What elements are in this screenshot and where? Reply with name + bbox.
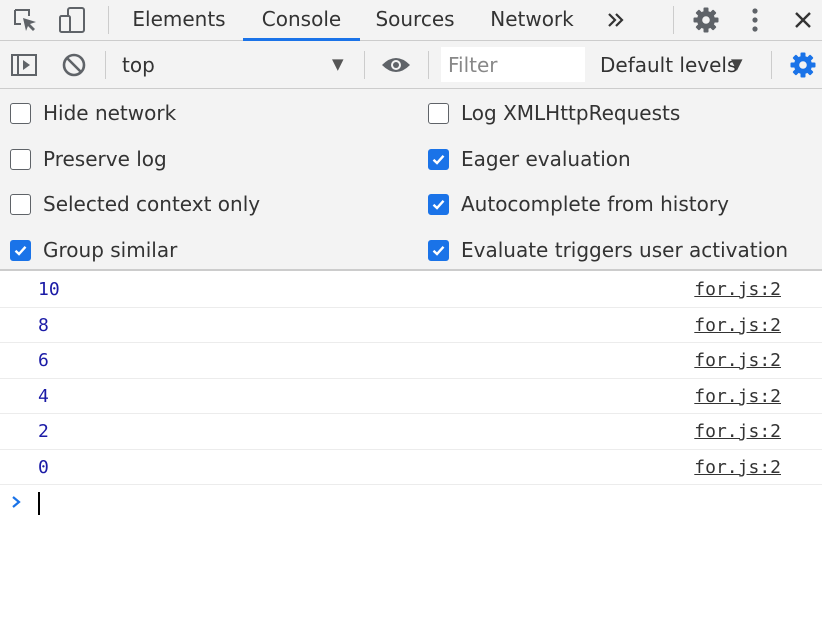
setting-log-xmlhttprequests[interactable]: Log XMLHttpRequests (428, 101, 680, 125)
checkbox-checked[interactable] (10, 239, 31, 261)
toolbar-divider (673, 6, 674, 34)
setting-label: Hide network (43, 101, 177, 125)
tab-sources[interactable]: Sources (370, 0, 460, 40)
source-link[interactable]: for.js:2 (694, 450, 781, 486)
device-toolbar-icon[interactable] (56, 0, 88, 40)
message-value: 10 (38, 279, 60, 300)
source-link[interactable]: for.js:2 (694, 308, 781, 344)
console-settings-pane: Hide network Preserve log Selected conte… (0, 89, 822, 271)
kebab-menu-icon[interactable] (744, 0, 766, 40)
prompt-chevron-icon (10, 492, 24, 516)
console-prompt[interactable] (0, 486, 822, 520)
setting-label: Autocomplete from history (461, 192, 729, 216)
setting-group-similar[interactable]: Group similar (10, 238, 177, 262)
console-message: 10 for.js:2 (0, 272, 822, 308)
setting-selected-context-only[interactable]: Selected context only (10, 192, 260, 216)
source-link[interactable]: for.js:2 (694, 343, 781, 379)
checkbox-checked[interactable] (428, 148, 449, 170)
source-link[interactable]: for.js:2 (694, 272, 781, 308)
setting-eager-evaluation[interactable]: Eager evaluation (428, 147, 631, 171)
dropdown-arrow-icon[interactable]: ▼ (731, 41, 743, 89)
console-toolbar: top ▼ Default levels ▼ (0, 41, 822, 89)
context-selector[interactable]: top (122, 41, 155, 89)
setting-label: Selected context only (43, 192, 261, 216)
chevron-double-right-icon[interactable] (600, 0, 632, 40)
setting-label: Eager evaluation (461, 147, 631, 171)
inspect-element-icon[interactable] (10, 0, 40, 40)
console-message: 8 for.js:2 (0, 308, 822, 344)
source-link[interactable]: for.js:2 (694, 379, 781, 415)
message-value: 0 (38, 456, 49, 478)
tab-network[interactable]: Network (484, 0, 580, 40)
toolbar-divider (364, 51, 365, 79)
gear-icon[interactable] (690, 0, 722, 40)
setting-label: Log XMLHttpRequests (461, 101, 681, 125)
checkbox[interactable] (10, 193, 31, 215)
log-levels-dropdown[interactable]: Default levels (600, 41, 737, 89)
message-value: 4 (38, 385, 49, 407)
message-value: 2 (38, 421, 49, 442)
checkbox-checked[interactable] (428, 239, 449, 261)
close-icon[interactable] (790, 0, 816, 40)
source-link[interactable]: for.js:2 (694, 414, 781, 450)
console-messages: 10 for.js:2 8 for.js:2 6 for.js:2 4 for.… (0, 272, 822, 485)
checkbox[interactable] (428, 102, 449, 124)
checkbox[interactable] (10, 102, 31, 124)
devtools-tab-bar: Elements Console Sources Network (0, 0, 822, 41)
clear-console-icon[interactable] (60, 41, 88, 89)
setting-autocomplete-from-history[interactable]: Autocomplete from history (428, 192, 729, 216)
text-caret (38, 492, 40, 515)
gear-icon[interactable] (788, 41, 818, 89)
dropdown-arrow-icon[interactable]: ▼ (332, 41, 344, 89)
tab-console[interactable]: Console (243, 0, 360, 40)
toolbar-divider (105, 51, 106, 79)
tab-elements[interactable]: Elements (128, 0, 230, 40)
console-message: 4 for.js:2 (0, 379, 822, 415)
setting-preserve-log[interactable]: Preserve log (10, 147, 167, 171)
filter-input[interactable] (441, 47, 585, 82)
toolbar-divider (771, 51, 772, 79)
console-message: 2 for.js:2 (0, 414, 822, 450)
toolbar-divider (108, 6, 109, 34)
toolbar-divider (428, 51, 429, 79)
checkbox[interactable] (10, 148, 31, 170)
checkbox-checked[interactable] (428, 193, 449, 215)
eye-icon[interactable] (380, 41, 412, 89)
setting-evaluate-triggers-user-activation[interactable]: Evaluate triggers user activation (428, 238, 788, 262)
setting-label: Evaluate triggers user activation (461, 238, 789, 262)
message-value: 8 (38, 314, 49, 336)
sidebar-toggle-icon[interactable] (8, 41, 40, 89)
console-message: 6 for.js:2 (0, 343, 822, 379)
message-value: 6 (38, 350, 49, 371)
setting-label: Preserve log (43, 147, 167, 171)
setting-hide-network[interactable]: Hide network (10, 101, 176, 125)
setting-label: Group similar (43, 238, 178, 262)
console-message: 0 for.js:2 (0, 450, 822, 486)
